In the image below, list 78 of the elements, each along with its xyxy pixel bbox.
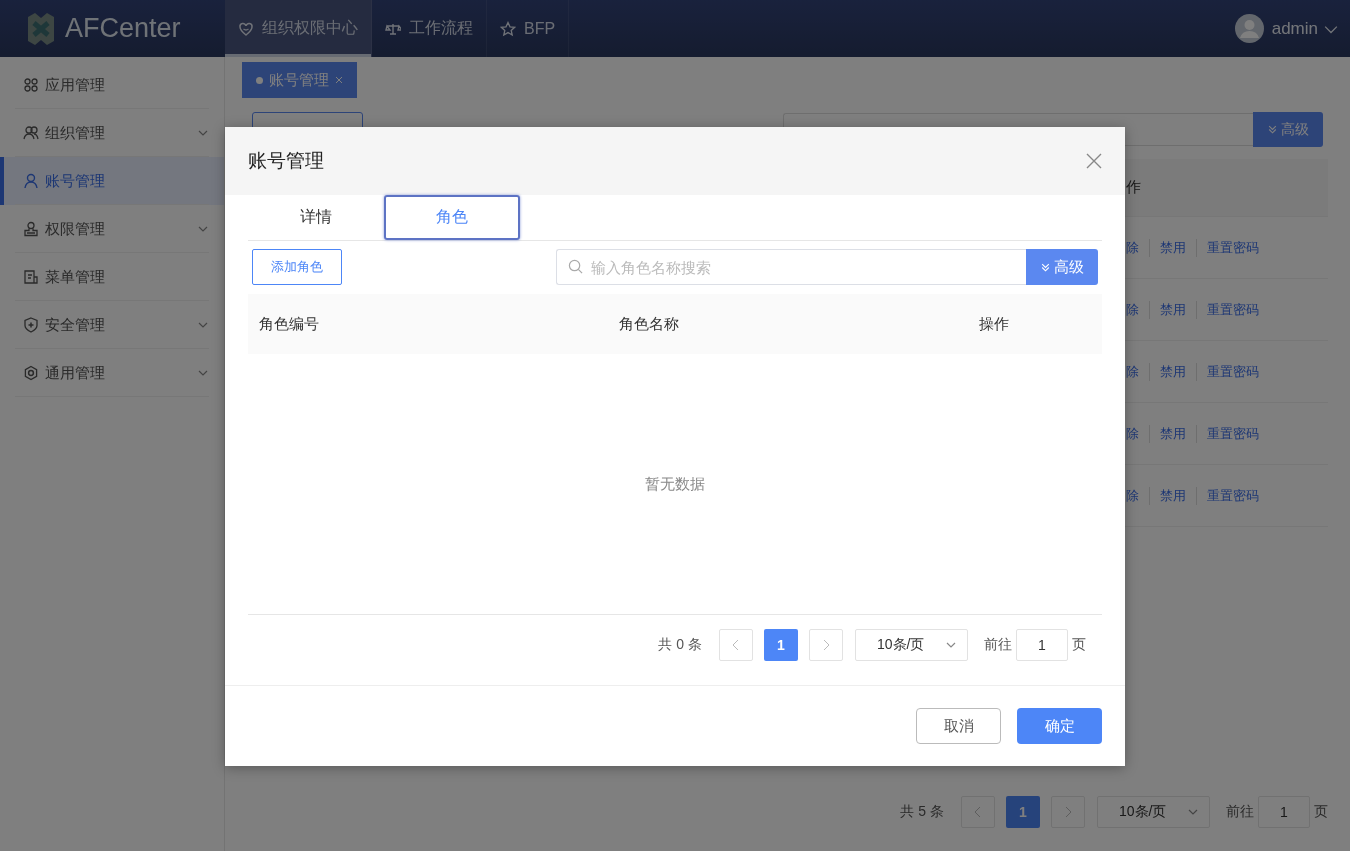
action-link[interactable]: 除	[1126, 486, 1149, 505]
action-link[interactable]: 重置密码	[1196, 424, 1269, 443]
star-icon	[500, 20, 516, 37]
dot-icon	[256, 76, 263, 84]
search-icon	[568, 259, 583, 274]
action-link[interactable]: 重置密码	[1196, 362, 1269, 381]
page-suffix: 页	[1314, 803, 1328, 821]
dialog-title: 账号管理	[248, 149, 324, 173]
sidebar-item[interactable]: 菜单管理	[0, 253, 224, 301]
heart-icon	[238, 20, 254, 37]
cancel-button[interactable]: 取消	[916, 708, 1001, 744]
sidebar-item[interactable]: 应用管理	[0, 61, 224, 109]
advanced-button[interactable]: 高级	[1253, 112, 1323, 147]
chevron-left-icon	[732, 639, 740, 651]
column-header: 角色名称	[618, 314, 680, 334]
action-link[interactable]: 重置密码	[1196, 300, 1269, 319]
nav-tab[interactable]: 组织权限中心	[225, 0, 372, 57]
action-link[interactable]: 除	[1126, 238, 1149, 257]
action-link[interactable]: 重置密码	[1196, 486, 1269, 505]
confirm-button[interactable]: 确定	[1017, 708, 1102, 744]
sidebar-item[interactable]: 账号管理	[0, 157, 224, 205]
users-icon	[23, 125, 39, 141]
shield-icon	[23, 317, 39, 333]
column-header: 角色编号	[258, 314, 320, 334]
user-icon	[23, 173, 39, 189]
page-tab[interactable]: 账号管理	[242, 62, 357, 98]
logo-icon	[25, 10, 57, 47]
chevron-right-icon	[1064, 806, 1072, 818]
goto-label: 前往	[984, 636, 1012, 654]
action-link[interactable]: 除	[1126, 362, 1149, 381]
goto-page-input[interactable]: 1	[1016, 629, 1068, 661]
dialog-tab[interactable]: 详情	[248, 195, 384, 240]
column-header: 操作	[978, 314, 1010, 334]
nav-tab[interactable]: BFP	[487, 0, 570, 57]
sidebar-item[interactable]: 权限管理	[0, 205, 224, 253]
goto-label: 前往	[1226, 803, 1254, 821]
sidebar-item[interactable]: 安全管理	[0, 301, 224, 349]
nav-tab[interactable]: 工作流程	[372, 0, 487, 57]
dialog-tab[interactable]: 角色	[384, 195, 520, 240]
action-link[interactable]: 重置密码	[1196, 238, 1269, 257]
next-page-button[interactable]	[1051, 796, 1085, 828]
empty-text: 暂无数据	[645, 474, 705, 494]
close-icon[interactable]	[1086, 153, 1102, 169]
previous-page-button[interactable]	[961, 796, 995, 828]
double-chevron-icon	[1040, 261, 1051, 273]
previous-page-button[interactable]	[719, 629, 753, 661]
chevron-left-icon	[974, 806, 982, 818]
document-icon	[23, 269, 39, 285]
page-size-select[interactable]: 10条/页	[855, 629, 968, 661]
double-chevron-icon	[1267, 124, 1278, 135]
logo-text: AFCenter	[65, 13, 181, 44]
stamp-icon	[23, 221, 39, 237]
avatar-icon	[1234, 14, 1264, 43]
action-link[interactable]: 除	[1126, 424, 1149, 443]
column-header: 作	[1125, 178, 1142, 197]
next-page-button[interactable]	[809, 629, 843, 661]
total-count: 共 5 条	[900, 803, 944, 821]
hexagon-icon	[23, 365, 39, 381]
grid-icon	[23, 77, 39, 93]
action-link[interactable]: 除	[1126, 300, 1149, 319]
advanced-button[interactable]: 高级	[1026, 249, 1098, 285]
goto-page-input[interactable]: 1	[1258, 796, 1310, 828]
total-count: 共 0 条	[658, 636, 702, 654]
page-suffix: 页	[1072, 636, 1086, 654]
action-link[interactable]: 禁用	[1149, 362, 1196, 381]
page-number[interactable]: 1	[1006, 796, 1040, 828]
action-link[interactable]: 禁用	[1149, 486, 1196, 505]
action-link[interactable]: 禁用	[1149, 424, 1196, 443]
search-field[interactable]: 输入角色名称搜索	[556, 249, 1026, 285]
sidebar-item[interactable]: 组织管理	[0, 109, 224, 157]
page-number[interactable]: 1	[764, 629, 798, 661]
sidebar-item[interactable]: 通用管理	[0, 349, 224, 397]
action-link[interactable]: 禁用	[1149, 238, 1196, 257]
page-size-select[interactable]: 10条/页	[1097, 796, 1210, 828]
user-menu[interactable]: admin	[1271, 18, 1338, 39]
add-role-button[interactable]: 添加角色	[252, 249, 342, 285]
chevron-right-icon	[822, 639, 830, 651]
action-link[interactable]: 禁用	[1149, 300, 1196, 319]
